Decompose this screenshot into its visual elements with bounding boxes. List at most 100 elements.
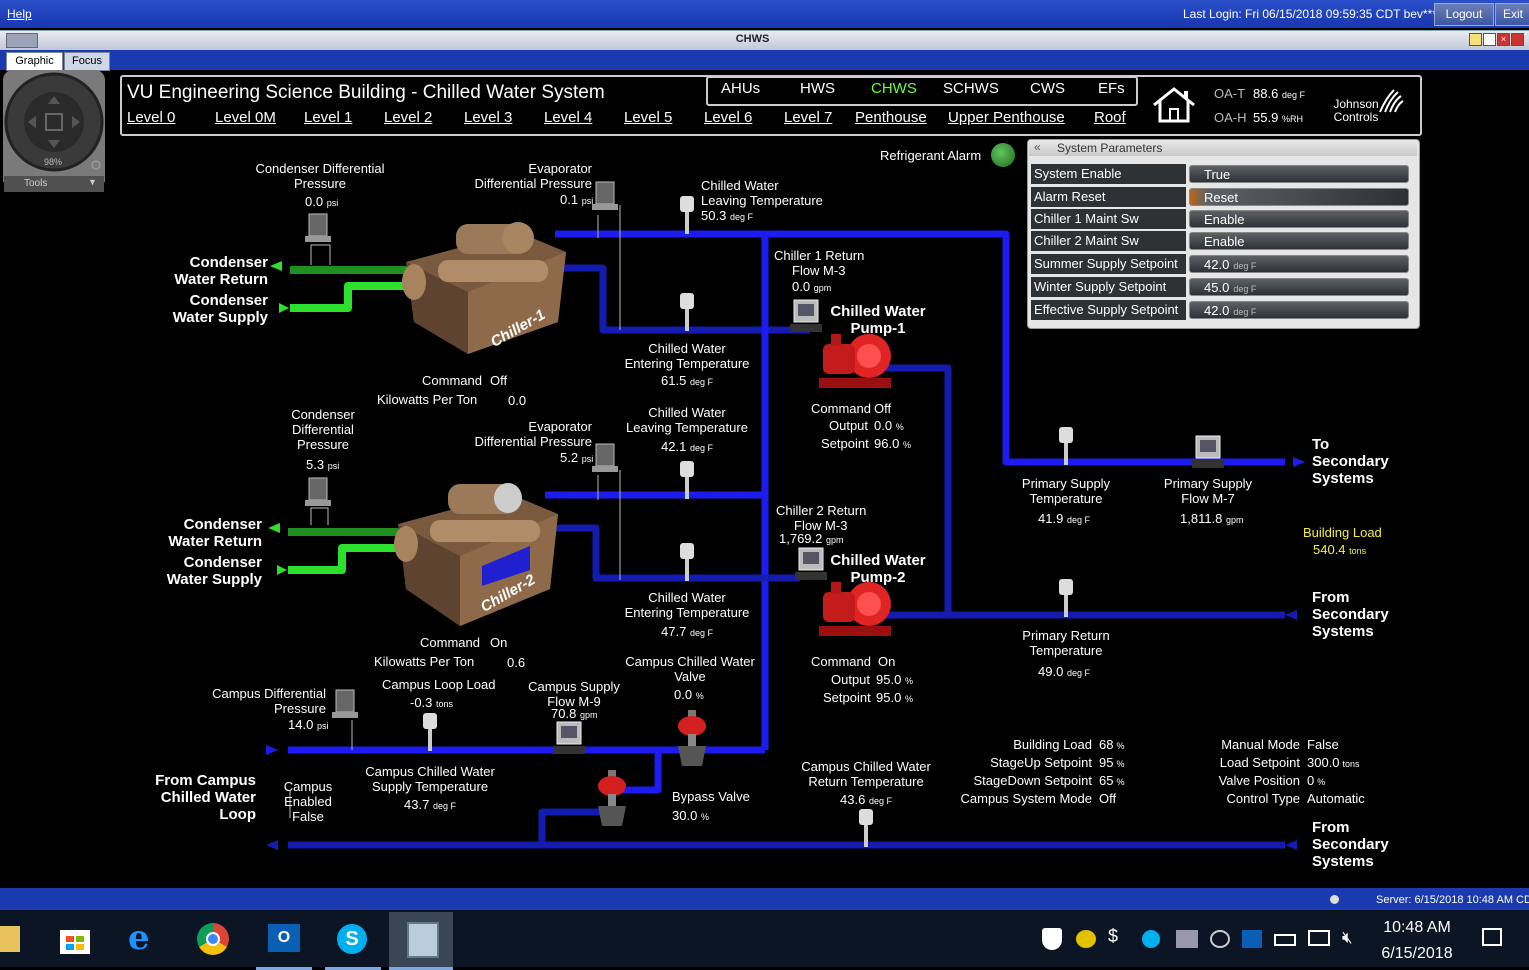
arrow-icon — [277, 565, 287, 575]
chiller-2-unit[interactable] — [390, 474, 565, 629]
nav-level-6[interactable]: Level 6 — [704, 110, 752, 125]
logout-button[interactable]: Logout — [1434, 3, 1494, 26]
chiller1-ewt-value: 61.5 deg F — [661, 373, 713, 388]
chilled-water-pump-2[interactable] — [815, 578, 895, 644]
param-value-field[interactable]: 45.0 deg F — [1189, 278, 1409, 296]
nav-hws[interactable]: HWS — [800, 81, 835, 96]
param-label: Alarm Reset — [1031, 187, 1186, 207]
network-status-icon[interactable] — [1076, 930, 1096, 948]
campus-supply-temp-value: 43.7 deg F — [404, 797, 456, 812]
param-value: 42.0 — [1204, 257, 1230, 272]
chiller-1-unit[interactable] — [398, 212, 573, 357]
campus-return-temp-label: Campus Chilled Water Return Temperature — [801, 759, 931, 789]
network-icon[interactable] — [1308, 930, 1330, 946]
clock-date[interactable]: 6/15/2018 — [1368, 944, 1466, 964]
skype-tray-icon[interactable] — [1142, 930, 1160, 948]
chilled-water-pump-1[interactable] — [815, 330, 895, 396]
chiller2-ewt-value: 47.7 deg F — [661, 624, 713, 639]
param-unit: deg F — [1233, 284, 1257, 294]
flow-meter-icon[interactable] — [795, 546, 827, 582]
pressure-transmitter-icon[interactable] — [305, 212, 331, 244]
param-value-field[interactable]: Reset — [1189, 188, 1409, 206]
nav-level-4[interactable]: Level 4 — [544, 110, 592, 125]
nav-level-7[interactable]: Level 7 — [784, 110, 832, 125]
pressure-transmitter-icon[interactable] — [332, 688, 358, 720]
nav-penthouse[interactable]: Penthouse — [855, 110, 927, 125]
param-value-field[interactable]: True — [1189, 165, 1409, 183]
johnson-controls-logo-icon — [1379, 89, 1404, 113]
metasys-taskbar-button[interactable] — [389, 912, 453, 970]
campus-enabled: Campus Enabled False — [283, 779, 333, 824]
param-value-field[interactable]: Enable — [1189, 232, 1409, 250]
nav-level-0[interactable]: Level 0 — [127, 110, 175, 125]
param-value-field[interactable]: 42.0 deg F — [1189, 255, 1409, 273]
outlook-tray-icon[interactable] — [1242, 930, 1262, 948]
nav-level-3[interactable]: Level 3 — [464, 110, 512, 125]
nav-upper-penthouse[interactable]: Upper Penthouse — [948, 110, 1065, 125]
battery-icon[interactable] — [1274, 934, 1296, 946]
dollar-icon[interactable]: $ — [1108, 926, 1118, 947]
pressure-transmitter-icon[interactable] — [592, 442, 618, 474]
internet-explorer-icon[interactable]: e — [128, 921, 160, 955]
temperature-sensor-icon[interactable] — [679, 460, 695, 502]
notifications-icon[interactable] — [1482, 928, 1502, 946]
help-menu[interactable]: Help — [7, 7, 32, 21]
chrome-icon[interactable] — [197, 923, 229, 955]
building-app-icon — [407, 922, 439, 958]
staging-value: 65% — [1099, 773, 1125, 788]
nav-ahus[interactable]: AHUs — [721, 81, 760, 96]
nav-cws[interactable]: CWS — [1030, 81, 1065, 96]
bypass-valve[interactable] — [592, 770, 632, 828]
staging-label: StageDown Setpoint — [973, 773, 1092, 788]
tab-focus[interactable]: Focus — [64, 52, 110, 71]
store-icon[interactable] — [60, 924, 90, 954]
clock-time[interactable]: 10:48 AM — [1368, 918, 1466, 938]
close-all-icon[interactable] — [1511, 33, 1524, 46]
close-icon[interactable]: × — [1497, 33, 1510, 46]
nav-level-1[interactable]: Level 1 — [304, 110, 352, 125]
param-value-field[interactable]: 42.0 deg F — [1189, 301, 1409, 319]
monitor-icon[interactable] — [1176, 930, 1198, 948]
temperature-sensor-icon[interactable] — [422, 712, 438, 754]
nav-level-5[interactable]: Level 5 — [624, 110, 672, 125]
bypass-valve-value: 30.0 % — [672, 808, 709, 823]
nav-schws[interactable]: SCHWS — [943, 81, 999, 96]
temperature-sensor-icon[interactable] — [1058, 578, 1074, 620]
nav-roof[interactable]: Roof — [1094, 110, 1126, 125]
temperature-sensor-icon[interactable] — [1058, 426, 1074, 468]
flow-meter-icon[interactable] — [553, 720, 585, 756]
outlook-taskbar-button[interactable]: O — [256, 912, 312, 970]
restore-icon[interactable] — [1469, 33, 1482, 46]
temperature-sensor-icon[interactable] — [679, 195, 695, 237]
campus-chilled-water-valve[interactable] — [672, 710, 712, 768]
pump1-output-label: Output — [829, 418, 869, 433]
file-explorer-icon[interactable] — [0, 926, 20, 952]
nav-chws-active[interactable]: CHWS — [871, 81, 917, 96]
satellite-icon[interactable] — [1210, 930, 1230, 948]
tab-graphic[interactable]: Graphic — [6, 52, 63, 71]
temperature-sensor-icon[interactable] — [679, 542, 695, 584]
chiller1-command-value: Off — [490, 373, 508, 388]
exit-button[interactable]: Exit — [1495, 3, 1529, 26]
tools-dropdown[interactable]: Tools ▼ — [4, 176, 104, 192]
nav-efs[interactable]: EFs — [1098, 81, 1125, 96]
temperature-sensor-icon[interactable] — [679, 292, 695, 334]
nav-level-0m[interactable]: Level 0M — [215, 110, 276, 125]
param-value: 42.0 — [1204, 303, 1230, 318]
pressure-transmitter-icon[interactable] — [592, 180, 618, 212]
maximize-icon[interactable] — [1483, 33, 1496, 46]
temperature-sensor-icon[interactable] — [858, 808, 874, 850]
flow-meter-icon[interactable] — [790, 298, 822, 334]
collapse-icon[interactable]: « — [1034, 140, 1041, 154]
arrow-icon — [279, 303, 289, 313]
pressure-transmitter-icon[interactable] — [305, 476, 331, 508]
param-value-field[interactable]: Enable — [1189, 210, 1409, 228]
volume-muted-icon[interactable]: 🔇︎ — [1342, 928, 1353, 948]
status-bar — [0, 888, 1529, 910]
pump1-output-value: 0.0 % — [874, 418, 904, 433]
skype-taskbar-button[interactable]: S — [325, 912, 381, 970]
home-icon[interactable] — [1150, 85, 1198, 125]
flow-meter-icon[interactable] — [1192, 434, 1224, 470]
nav-level-2[interactable]: Level 2 — [384, 110, 432, 125]
defender-icon[interactable] — [1042, 928, 1062, 950]
